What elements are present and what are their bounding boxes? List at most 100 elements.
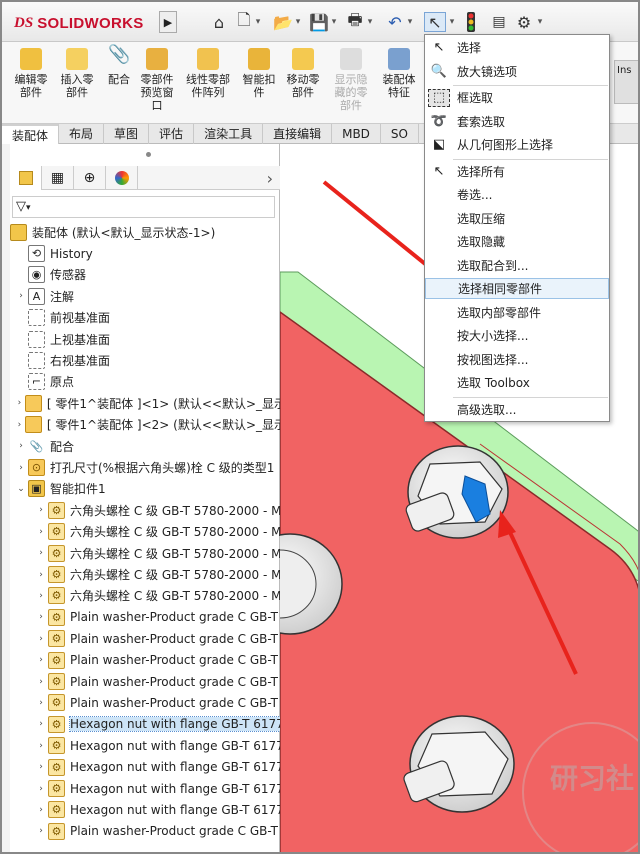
tree-item[interactable]: 前视基准面 — [16, 307, 286, 328]
chevron-down-icon[interactable]: ▾ — [406, 12, 414, 32]
menu-item[interactable]: ➰ 套索选取 — [425, 111, 609, 132]
tab-render-tools[interactable]: 渲染工具 — [194, 124, 264, 144]
configuration-tab-icon[interactable]: ⊕ — [74, 165, 106, 190]
expand-arrow-icon[interactable]: › — [16, 463, 26, 473]
move-component-button[interactable]: 移动零 部件 — [280, 46, 326, 122]
menu-item[interactable]: 选择相同零部件 — [425, 278, 609, 299]
open-icon[interactable]: 📂 — [272, 12, 294, 32]
expand-arrow-icon[interactable]: › — [36, 784, 46, 794]
tree-item[interactable]: › A 注解 — [16, 286, 286, 307]
fastener-item[interactable]: › ⚙ 六角头螺栓 C 级 GB-T 5780-2000 - M — [36, 564, 306, 585]
expand-arrow-icon[interactable]: › — [36, 826, 46, 836]
fastener-item[interactable]: › ⚙ Hexagon nut with flange GB-T 6177 — [36, 778, 306, 799]
traffic-light-icon[interactable] — [464, 12, 478, 32]
panel-grip[interactable] — [146, 152, 151, 157]
chevron-down-icon[interactable]: ▾ — [330, 12, 338, 32]
menu-item[interactable]: 高级选取... — [425, 399, 609, 420]
expand-arrow-icon[interactable]: › — [36, 591, 46, 601]
menu-item[interactable]: ⬕ 从几何图形上选择 — [425, 134, 609, 155]
expand-arrow-icon[interactable]: › — [36, 677, 46, 687]
expand-menu-button[interactable]: ▶ — [159, 11, 177, 33]
assembly-feature-button[interactable]: 装配体 特征 — [376, 46, 422, 122]
show-hidden-components-button[interactable]: 显示隐 藏的零 部件 — [328, 46, 374, 122]
fastener-item[interactable]: › ⚙ Hexagon nut with flange GB-T 6177 — [36, 757, 306, 778]
expand-arrow-icon[interactable]: › — [36, 548, 46, 558]
expand-arrow-icon[interactable]: › — [36, 698, 46, 708]
component-preview-button[interactable]: 零部件 预览窗 口 — [134, 46, 180, 122]
tab-direct-editing[interactable]: 直接编辑 — [263, 124, 333, 144]
tab-mbd[interactable]: MBD — [332, 124, 381, 144]
new-doc-icon[interactable]: 🗋 — [234, 10, 254, 32]
fastener-item[interactable]: › ⚙ 六角头螺栓 C 级 GB-T 5780-2000 - M — [36, 543, 306, 564]
save-icon[interactable]: 💾 — [308, 12, 330, 32]
fastener-item[interactable]: › ⚙ Plain washer-Product grade C GB-T — [36, 692, 306, 713]
tab-evaluate[interactable]: 评估 — [149, 124, 195, 144]
fastener-item[interactable]: › ⚙ Plain washer-Product grade C GB-T — [36, 650, 306, 671]
expand-arrow-icon[interactable]: › — [36, 505, 46, 515]
print-icon[interactable]: 🖶 — [344, 10, 366, 32]
tree-item[interactable]: ⌄ ▣ 智能扣件1 — [16, 478, 286, 499]
expand-arrow-icon[interactable]: › — [36, 655, 46, 665]
chevron-down-icon[interactable]: ▾ — [536, 12, 544, 32]
tree-item[interactable]: › ⊙ 打孔尺寸(%根据六角头螺)栓 C 级的类型1 — [16, 457, 286, 478]
file-props-icon[interactable]: ▤ — [490, 12, 508, 32]
chevron-down-icon[interactable]: ▾ — [366, 12, 374, 32]
tab-sketch[interactable]: 草图 — [104, 124, 150, 144]
menu-item[interactable]: 选取 Toolbox — [425, 372, 609, 393]
tree-item[interactable]: › [ 零件1^装配体 ]<1> (默认<<默认>_显示 — [16, 393, 286, 414]
fastener-item[interactable]: › ⚙ 六角头螺栓 C 级 GB-T 5780-2000 - M — [36, 585, 306, 606]
insert-component-button[interactable]: 插入零 部件 — [54, 46, 100, 122]
expand-arrow-icon[interactable]: › — [36, 634, 46, 644]
menu-item[interactable]: ↖ 选择所有 — [425, 161, 609, 182]
menu-item[interactable]: 选取配合到... — [425, 255, 609, 276]
expand-arrow-icon[interactable]: › — [36, 570, 46, 580]
tab-layout[interactable]: 布局 — [59, 124, 105, 144]
insert-button-stub[interactable]: Ins — [614, 60, 638, 104]
expand-arrow-icon[interactable]: › — [16, 420, 23, 430]
tree-item[interactable]: ⟲ History — [16, 243, 286, 264]
tree-item[interactable]: › [ 零件1^装配体 ]<2> (默认<<默认>_显示 — [16, 414, 286, 435]
fastener-item[interactable]: › ⚙ 六角头螺栓 C 级 GB-T 5780-2000 - M — [36, 521, 306, 542]
tree-item[interactable]: 右视基准面 — [16, 350, 286, 371]
menu-item[interactable]: 卷选... — [425, 184, 609, 205]
expand-arrow-icon[interactable]: › — [16, 441, 26, 451]
feature-tree-tab-icon[interactable] — [10, 165, 42, 190]
fastener-item[interactable]: › ⚙ Plain washer-Product grade C GB-T — [36, 628, 306, 649]
expand-arrow-icon[interactable]: › — [36, 527, 46, 537]
fastener-item[interactable]: › ⚙ Plain washer-Product grade C GB-T — [36, 671, 306, 692]
fastener-item[interactable]: › ⚙ 六角头螺栓 C 级 GB-T 5780-2000 - M — [36, 500, 306, 521]
tree-item[interactable]: ◉ 传感器 — [16, 264, 286, 285]
fastener-item[interactable]: › ⚙ Plain washer-Product grade C GB-T — [36, 607, 306, 628]
expand-arrow-icon[interactable]: › — [16, 398, 23, 408]
appearance-tab-icon[interactable] — [106, 165, 138, 190]
linear-pattern-button[interactable]: 线性零部 件阵列 — [182, 46, 234, 122]
tree-filter[interactable]: ▽▾ — [12, 196, 275, 218]
tab-so[interactable]: SO — [381, 124, 419, 144]
expand-arrow-icon[interactable]: › — [36, 719, 46, 729]
chevron-right-icon[interactable]: › — [267, 169, 273, 188]
undo-icon[interactable]: ↶ — [384, 12, 406, 32]
chevron-down-icon[interactable]: ▾ — [254, 12, 262, 32]
expand-arrow-icon[interactable]: ⌄ — [16, 484, 26, 494]
gear-icon[interactable]: ⚙ — [514, 12, 534, 32]
fastener-item[interactable]: › ⚙ Hexagon nut with flange GB-T 6177 — [36, 714, 306, 735]
select-arrow-icon[interactable]: ↖ — [424, 12, 446, 32]
menu-item[interactable]: ↖ 选择 — [425, 37, 609, 58]
expand-arrow-icon[interactable]: › — [16, 291, 26, 301]
fastener-item[interactable]: › ⚙ Plain washer-Product grade C GB-T — [36, 821, 306, 842]
tree-root[interactable]: 装配体 (默认<默认_显示状态-1>) — [10, 222, 280, 243]
fastener-item[interactable]: › ⚙ Hexagon nut with flange GB-T 6177 — [36, 799, 306, 820]
chevron-down-icon[interactable]: ▾ — [294, 12, 302, 32]
expand-arrow-icon[interactable]: › — [36, 762, 46, 772]
fastener-item[interactable]: › ⚙ Hexagon nut with flange GB-T 6177 — [36, 735, 306, 756]
chevron-down-icon[interactable]: ▾ — [448, 12, 456, 32]
expand-arrow-icon[interactable]: › — [36, 612, 46, 622]
menu-item[interactable]: 🔍 放大镜选项 — [425, 61, 609, 82]
tree-item[interactable]: › 📎 配合 — [16, 436, 286, 457]
expand-arrow-icon[interactable]: › — [36, 805, 46, 815]
smart-fastener-button[interactable]: 智能扣 件 — [236, 46, 282, 122]
tree-item[interactable]: ⌐ 原点 — [16, 371, 286, 392]
tree-item[interactable]: 上视基准面 — [16, 329, 286, 350]
home-icon[interactable]: ⌂ — [208, 12, 230, 32]
edit-component-button[interactable]: 编辑零 部件 — [8, 46, 54, 122]
